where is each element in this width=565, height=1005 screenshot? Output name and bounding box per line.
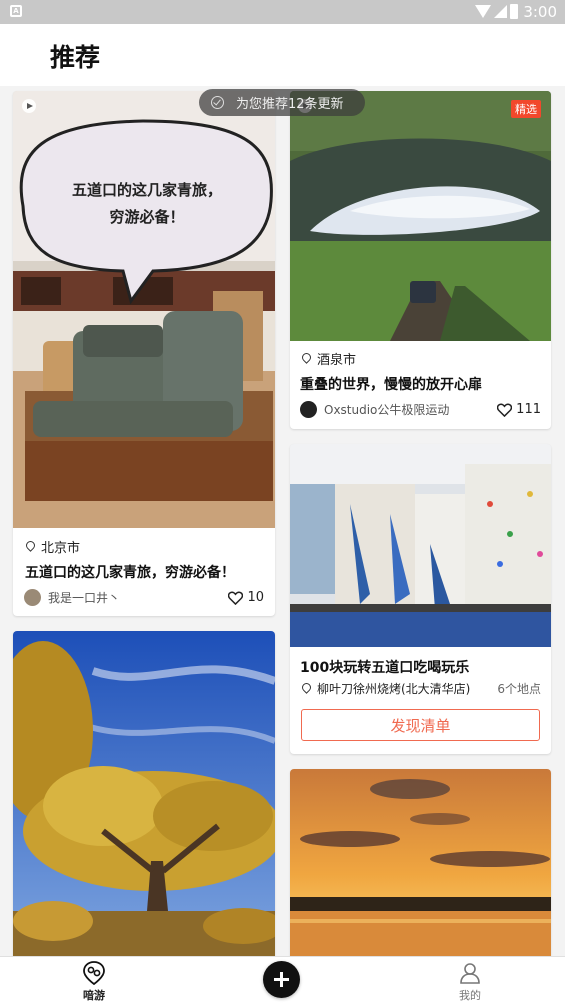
card-location: 北京市 [26, 537, 80, 556]
cover-image [290, 769, 551, 961]
update-toast: 为您推荐12条更新 [199, 89, 365, 116]
cover-image: 五道口的这几家青旅， 穷游必备！ [13, 91, 275, 528]
collection-place: 柳叶刀徐州烧烤(北大清华店) [302, 680, 470, 697]
page-title: 推荐 [50, 43, 101, 72]
feed-card-sunset[interactable] [290, 769, 551, 961]
play-icon [22, 99, 36, 113]
status-time: 3:00 [523, 3, 557, 21]
location-pin-icon [26, 541, 35, 552]
featured-badge: 精选 [511, 100, 541, 118]
collection-title: 100块玩转五道口吃喝玩乐 [300, 660, 470, 676]
explore-icon [83, 961, 105, 985]
wifi-icon [475, 5, 491, 18]
heart-icon [228, 591, 244, 605]
feed-card-poplar[interactable] [13, 631, 275, 961]
landscape-photo [290, 91, 551, 341]
toast-text: 为您推荐12条更新 [236, 97, 344, 112]
hostel-room-photo: 五道口的这几家青旅， 穷游必备！ [13, 91, 275, 528]
cover-image [290, 444, 551, 647]
sunset-lake-photo [290, 769, 551, 961]
poplar-tree-photo [13, 631, 275, 961]
nav-tab-home[interactable]: 喑游 [64, 957, 124, 1005]
author-name: Oxstudio公牛极限运动 [324, 403, 450, 417]
like-count: 111 [516, 402, 541, 417]
signal-icon [494, 5, 507, 18]
nav-tab-profile[interactable]: 我的 [440, 957, 500, 1005]
avatar [300, 401, 317, 418]
cover-image [13, 631, 275, 961]
location-label: 酒泉市 [317, 353, 357, 368]
card-title: 五道口的这几家青旅，穷游必备！ [25, 565, 235, 581]
climbing-gym-photo [290, 444, 551, 647]
add-post-button[interactable] [263, 961, 300, 998]
battery-icon [510, 4, 518, 19]
feed-card-beijing[interactable]: 五道口的这几家青旅， 穷游必备！ 北京市 五道口的这几家青旅，穷游必备！ 我是一… [13, 91, 275, 616]
nav-label-home: 喑游 [83, 989, 105, 1002]
feed-card-jiuquan[interactable]: 精选 酒泉市 重叠的世界，慢慢的放开心扉 Oxstudio公牛极限运动 111 [290, 91, 551, 429]
user-icon [460, 963, 480, 984]
spot-count: 6个地点 [497, 682, 541, 696]
heart-icon [497, 403, 513, 417]
card-author[interactable]: Oxstudio公牛极限运动 [300, 401, 449, 418]
like-button[interactable]: 111 [497, 402, 541, 417]
like-count: 10 [247, 590, 264, 605]
location-label: 北京市 [41, 541, 81, 556]
status-bar: A 3:00 [0, 0, 565, 24]
app-notification-icon: A [10, 5, 22, 17]
card-author[interactable]: 我是一口井丶 [24, 589, 120, 606]
cover-image: 精选 [290, 91, 551, 341]
bubble-text-line2: 穷游必备！ [109, 208, 184, 226]
location-pin-icon [302, 353, 311, 364]
like-button[interactable]: 10 [228, 590, 264, 605]
discover-list-button[interactable]: 发现清单 [301, 709, 540, 741]
bubble-text-line1: 五道口的这几家青旅， [72, 181, 222, 199]
feed-card-collection[interactable]: 100块玩转五道口吃喝玩乐 柳叶刀徐州烧烤(北大清华店) 6个地点 发现清单 [290, 444, 551, 754]
avatar [24, 589, 41, 606]
check-circle-icon [211, 96, 224, 109]
card-title: 重叠的世界，慢慢的放开心扉 [300, 377, 482, 393]
place-label: 柳叶刀徐州烧烤(北大清华店) [317, 682, 471, 696]
nav-label-profile: 我的 [459, 989, 481, 1002]
page-header: 推荐 [0, 24, 565, 86]
card-location: 酒泉市 [302, 349, 356, 368]
author-name: 我是一口井丶 [48, 591, 121, 605]
location-pin-icon [302, 683, 311, 694]
